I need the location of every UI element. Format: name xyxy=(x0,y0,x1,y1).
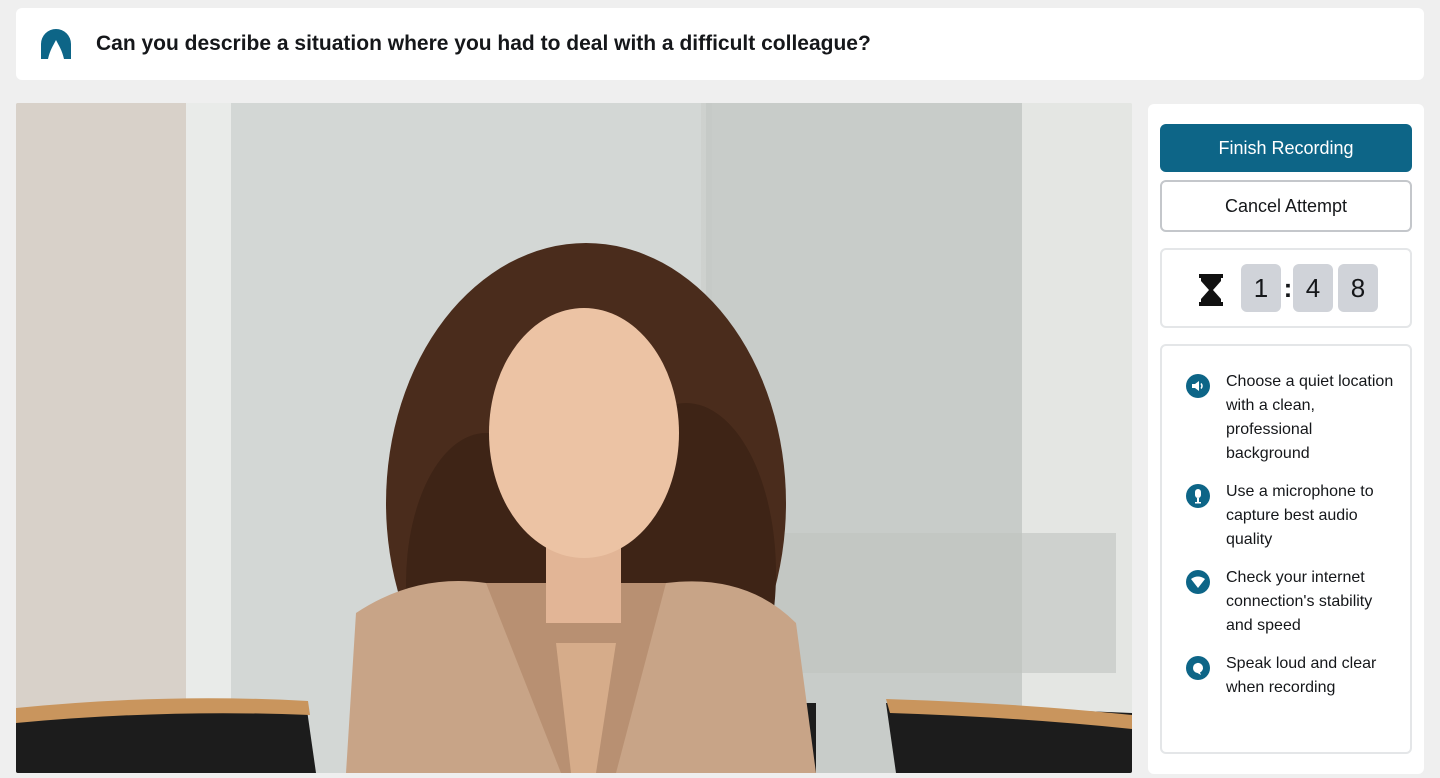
timer-minutes: 1 xyxy=(1241,264,1281,312)
hourglass-icon xyxy=(1199,274,1223,306)
tip-text: Choose a quiet location with a clean, pr… xyxy=(1226,373,1394,462)
brand-logo-icon xyxy=(41,29,71,59)
cancel-attempt-button[interactable]: Cancel Attempt xyxy=(1160,180,1412,232)
wifi-icon xyxy=(1186,570,1210,594)
finish-recording-button[interactable]: Finish Recording xyxy=(1160,124,1412,172)
question-bar: Can you describe a situation where you h… xyxy=(16,8,1424,80)
timer-seconds-ones: 8 xyxy=(1338,264,1378,312)
recording-tips: Choose a quiet location with a clean, pr… xyxy=(1160,344,1412,754)
side-panel: Finish Recording Cancel Attempt 1 : 4 8 … xyxy=(1148,104,1424,774)
timer-seconds-tens: 4 xyxy=(1293,264,1333,312)
tip-text: Use a microphone to capture best audio q… xyxy=(1226,483,1374,548)
speaker-icon xyxy=(1186,374,1210,398)
timer-separator: : xyxy=(1283,273,1293,303)
countdown-timer: 1 : 4 8 xyxy=(1160,248,1412,328)
video-scene xyxy=(16,103,1132,773)
video-feed xyxy=(16,103,1132,773)
microphone-icon xyxy=(1186,484,1210,508)
speech-bubble-icon xyxy=(1186,656,1210,680)
question-text: Can you describe a situation where you h… xyxy=(96,32,871,55)
tip-text: Check your internet connection's stabili… xyxy=(1226,569,1373,634)
tip-text: Speak loud and clear when recording xyxy=(1226,655,1377,696)
